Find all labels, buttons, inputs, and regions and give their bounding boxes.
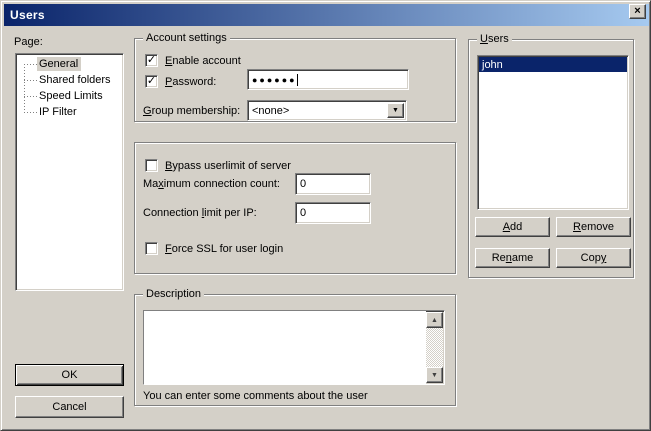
password-input[interactable]: ●●●●●●: [247, 69, 409, 90]
close-button[interactable]: ×: [629, 4, 646, 19]
connection-limit-per-ip-label: Connection limit per IP:: [143, 207, 257, 220]
description-title: Description: [143, 288, 204, 301]
connection-limits-group: ✓ Bypass userlimit of server Maximum con…: [134, 142, 456, 274]
user-list-item[interactable]: john: [479, 57, 627, 72]
tree-item-label: IP Filter: [37, 105, 80, 119]
ok-button[interactable]: OK: [15, 364, 124, 386]
max-connection-count-label: Maximum connection count:: [143, 178, 280, 191]
cancel-button[interactable]: Cancel: [15, 396, 124, 418]
account-settings-title: Account settings: [143, 32, 230, 45]
scroll-down-button[interactable]: ▼: [426, 367, 443, 383]
account-settings-group: Account settings ✓ Enable account ✓ Pass…: [134, 38, 456, 122]
tree-connector-icon: [24, 104, 37, 120]
max-connection-count-input[interactable]: 0: [295, 173, 371, 195]
description-hint: You can enter some comments about the us…: [143, 390, 368, 403]
window-title: Users: [4, 8, 45, 22]
page-label: Page:: [14, 36, 43, 49]
group-membership-select[interactable]: <none> ▼: [247, 100, 407, 121]
chevron-down-icon: ▼: [392, 107, 399, 114]
scroll-up-button[interactable]: ▲: [426, 312, 443, 328]
rename-user-button[interactable]: Rename: [475, 248, 550, 268]
users-group: Users john Add Remove Rename Copy: [468, 39, 634, 278]
arrow-up-icon: ▲: [431, 317, 438, 324]
title-bar[interactable]: Users: [4, 4, 649, 26]
connection-limit-per-ip-input[interactable]: 0: [295, 202, 371, 224]
users-dialog: Users × Page: General Shared folders Spe…: [0, 0, 651, 431]
page-tree[interactable]: General Shared folders Speed Limits IP F…: [15, 53, 124, 291]
tree-item-ip-filter[interactable]: IP Filter: [16, 104, 123, 120]
description-input[interactable]: ▲ ▼: [143, 310, 445, 385]
dropdown-button[interactable]: ▼: [387, 103, 404, 118]
add-user-button[interactable]: Add: [475, 217, 550, 237]
scrollbar-track[interactable]: [426, 328, 443, 367]
arrow-down-icon: ▼: [431, 372, 438, 379]
enable-account-checkbox[interactable]: ✓: [145, 54, 158, 67]
enable-account-label[interactable]: Enable account: [165, 55, 241, 68]
password-label[interactable]: Password:: [165, 76, 216, 89]
remove-user-button[interactable]: Remove: [556, 217, 631, 237]
checkmark-icon: ✓: [147, 55, 156, 66]
tree-item-shared-folders[interactable]: Shared folders: [16, 72, 123, 88]
password-value: ●●●●●●: [252, 75, 297, 85]
force-ssl-checkbox[interactable]: ✓: [145, 242, 158, 255]
users-group-title: Users: [477, 33, 512, 46]
checkmark-icon: ✓: [147, 76, 156, 87]
tree-connector-icon: [24, 72, 37, 88]
tree-connector-icon: [24, 88, 37, 104]
description-scrollbar[interactable]: ▲ ▼: [426, 312, 443, 383]
group-membership-label: Group membership:: [143, 105, 240, 118]
tree-connector-icon: [24, 56, 37, 72]
max-connection-count-value: 0: [300, 178, 306, 190]
page-tree-items: General Shared folders Speed Limits IP F…: [16, 54, 123, 120]
group-membership-value: <none>: [252, 105, 289, 117]
password-checkbox[interactable]: ✓: [145, 75, 158, 88]
bypass-userlimit-label[interactable]: Bypass userlimit of server: [165, 160, 291, 173]
tree-item-speed-limits[interactable]: Speed Limits: [16, 88, 123, 104]
tree-item-label: Shared folders: [37, 73, 114, 87]
text-caret: [297, 74, 298, 86]
description-group: Description ▲ ▼ You can enter some comme…: [134, 294, 456, 406]
copy-user-button[interactable]: Copy: [556, 248, 631, 268]
users-list[interactable]: john: [477, 55, 629, 210]
tree-item-label: General: [37, 57, 81, 71]
tree-item-label: Speed Limits: [37, 89, 106, 103]
force-ssl-label[interactable]: Force SSL for user login: [165, 243, 283, 256]
connection-limit-per-ip-value: 0: [300, 207, 306, 219]
description-value[interactable]: [144, 311, 426, 384]
bypass-userlimit-checkbox[interactable]: ✓: [145, 159, 158, 172]
close-icon: ×: [634, 6, 640, 17]
tree-item-general[interactable]: General: [16, 56, 123, 72]
